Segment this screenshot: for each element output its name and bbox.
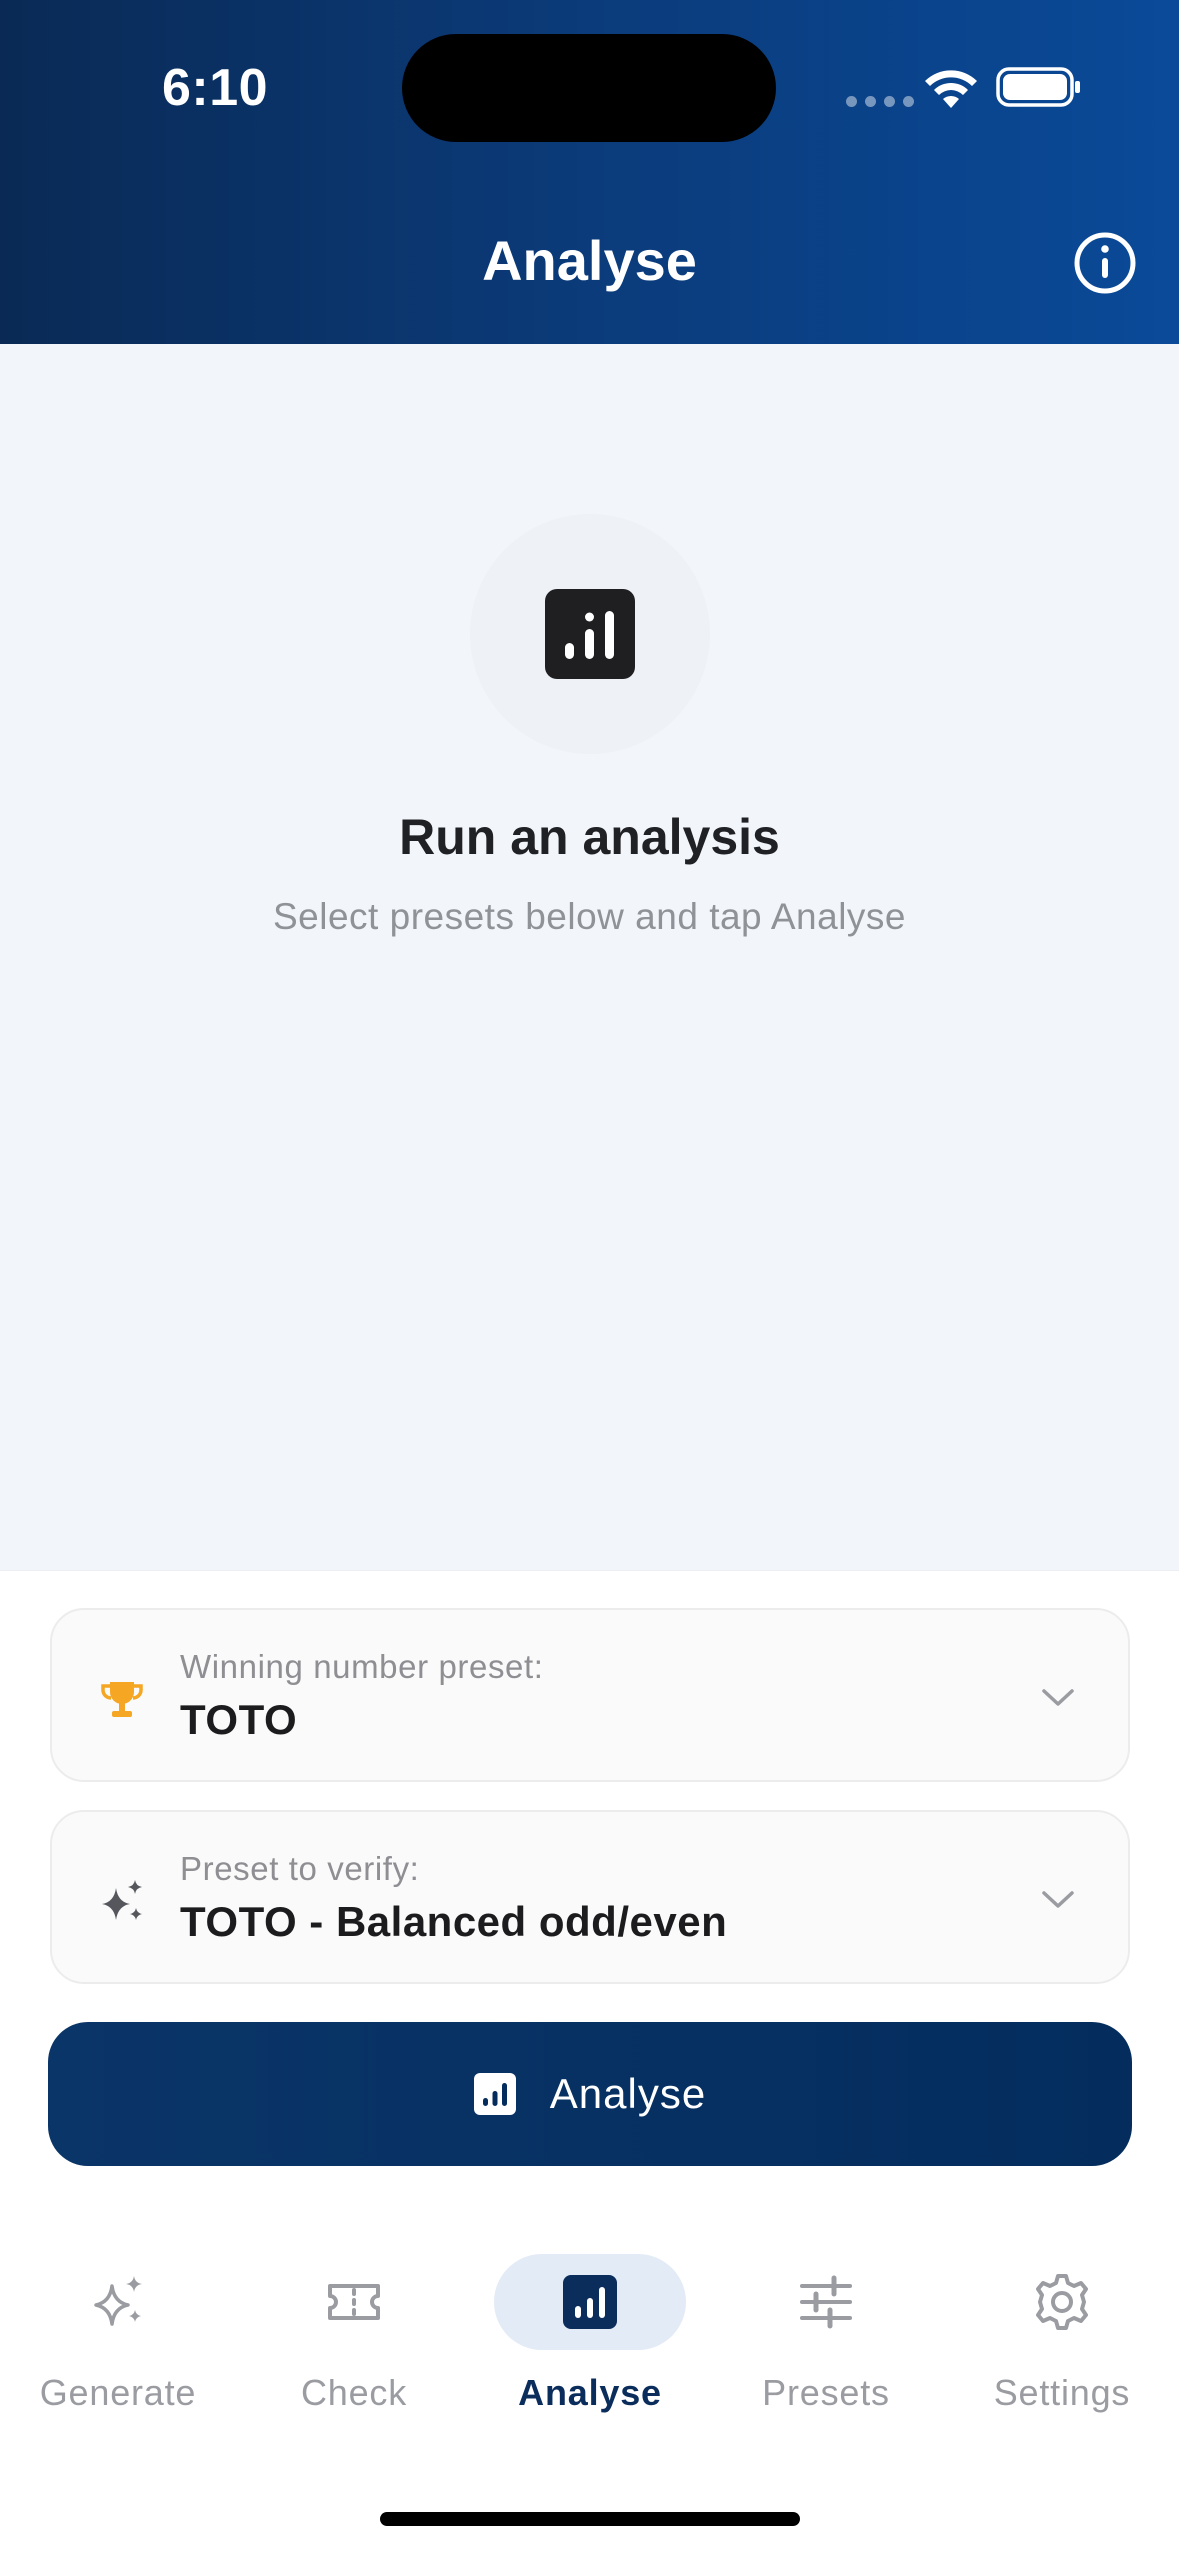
- empty-state-icon-container: [470, 514, 710, 754]
- tab-check[interactable]: Check: [236, 2258, 472, 2428]
- bar-chart-icon: [563, 2275, 617, 2329]
- home-indicator[interactable]: [380, 2512, 800, 2526]
- page-title: Analyse: [482, 229, 697, 292]
- dynamic-island: [402, 34, 776, 142]
- verify-preset-label: Preset to verify:: [180, 1850, 420, 1887]
- gear-icon: [1036, 2274, 1088, 2330]
- analysis-results-area: Run an analysis Select presets below and…: [0, 344, 1179, 1570]
- verify-preset-value: TOTO - Balanced odd/even: [180, 1898, 728, 1945]
- tab-presets[interactable]: Presets: [708, 2258, 944, 2428]
- tab-label: Generate: [39, 2372, 197, 2413]
- winning-preset-value: TOTO: [180, 1696, 298, 1743]
- chevron-down-icon: [1042, 1891, 1074, 1908]
- trophy-icon: [101, 1682, 143, 1717]
- analyse-button[interactable]: Analyse: [48, 2022, 1132, 2166]
- sparkles-icon: [94, 2276, 142, 2326]
- battery-icon: [996, 67, 1080, 107]
- tab-settings[interactable]: Settings: [944, 2258, 1179, 2428]
- chevron-down-icon: [1042, 1689, 1074, 1706]
- ticket-icon: [328, 2284, 380, 2320]
- info-circle-icon[interactable]: [1072, 230, 1138, 296]
- tab-label: Analyse: [518, 2372, 662, 2413]
- sliders-icon: [800, 2275, 852, 2329]
- preset-to-verify-dropdown[interactable]: Preset to verify: TOTO - Balanced odd/ev…: [50, 1810, 1130, 1984]
- tab-generate[interactable]: Generate: [0, 2258, 236, 2428]
- status-time: 6:10: [162, 59, 269, 117]
- sparkles-icon: [102, 1880, 142, 1920]
- app-header: 6:10 Analyse: [0, 0, 1179, 344]
- cellular-signal-icon: [846, 96, 914, 107]
- analyse-button-label: Analyse: [549, 2070, 707, 2117]
- empty-state-title: Run an analysis: [399, 809, 780, 865]
- bar-chart-icon: [545, 589, 635, 679]
- tab-label: Settings: [993, 2372, 1131, 2413]
- tab-label: Presets: [762, 2372, 890, 2413]
- winning-preset-label: Winning number preset:: [180, 1648, 544, 1685]
- empty-state-subtitle: Select presets below and tap Analyse: [273, 896, 906, 937]
- bar-chart-icon: [473, 2073, 516, 2115]
- tab-analyse[interactable]: Analyse: [472, 2254, 708, 2428]
- wifi-icon: [925, 70, 977, 108]
- tab-label: Check: [300, 2372, 408, 2413]
- winning-number-preset-dropdown[interactable]: Winning number preset: TOTO: [50, 1608, 1130, 1782]
